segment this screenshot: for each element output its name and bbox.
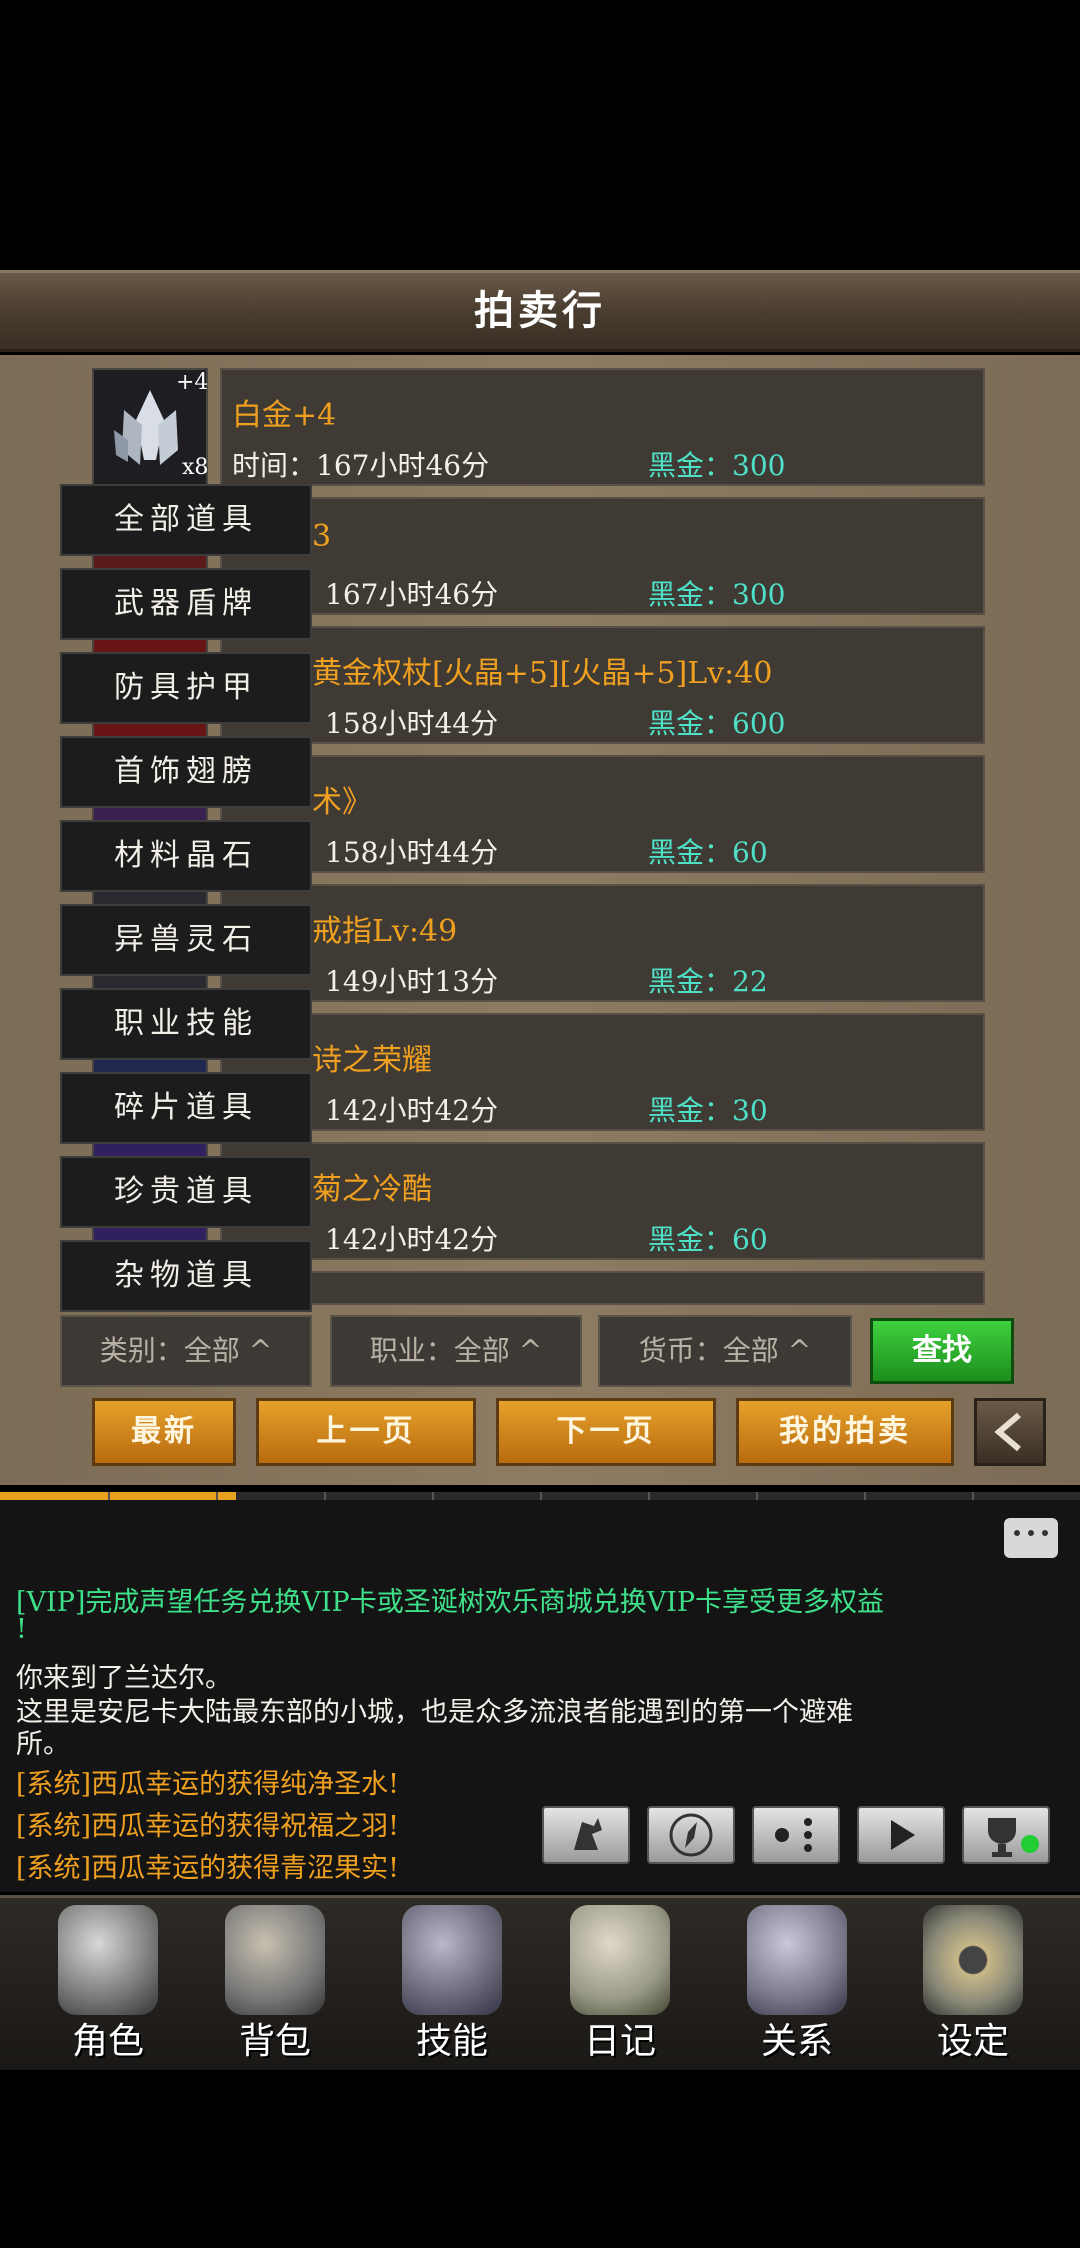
category-option[interactable]: 材料晶石: [60, 820, 312, 892]
listing-name: 黄金权杖[火晶+5][火晶+5]Lv:40: [312, 656, 773, 691]
currency-filter-label: 货币：全部: [638, 1334, 779, 1367]
listing-name: 白金+4: [232, 398, 337, 433]
chat-vip-message: [VIP]完成声望任务兑换VIP卡或圣诞树欢乐商城兑换VIP卡享受更多权益: [16, 1587, 885, 1618]
listing-time: 149小时13分: [325, 965, 499, 998]
category-option[interactable]: 武器盾牌: [60, 568, 312, 640]
more-menu-button[interactable]: [752, 1806, 840, 1864]
mount-icon: [574, 1818, 602, 1850]
more-dots-icon: [775, 1818, 812, 1852]
chat-vip-message-end: !: [16, 1614, 27, 1645]
item-enhance-badge: +4: [176, 370, 209, 395]
compass-button[interactable]: [647, 1806, 735, 1864]
profession-filter-label: 职业：全部: [369, 1334, 510, 1367]
play-button[interactable]: [857, 1806, 945, 1864]
category-option[interactable]: 职业技能: [60, 988, 312, 1060]
listing-price: 黑金：60: [648, 836, 768, 869]
compass-icon: [669, 1813, 713, 1857]
category-filter[interactable]: 类别：全部 ^: [60, 1315, 312, 1387]
listing-price: 黑金：60: [648, 1223, 768, 1256]
category-option[interactable]: 全部道具: [60, 484, 312, 556]
nav-backpack[interactable]: 背包: [200, 1900, 350, 2065]
listing-name: 3: [312, 519, 332, 554]
chat-system-message: [系统]西瓜幸运的获得祝福之羽!: [16, 1811, 399, 1842]
prev-page-button[interactable]: 上一页: [256, 1398, 476, 1466]
listing-name: 诗之荣耀: [312, 1043, 432, 1078]
listing-time: 158小时44分: [325, 836, 499, 869]
listing-row[interactable]: [220, 1271, 985, 1305]
chevron-up-icon: ^: [778, 1334, 812, 1367]
nav-label: 设定: [936, 2021, 1009, 2062]
chat-system-message: [系统]西瓜幸运的获得纯净圣水!: [16, 1769, 399, 1800]
listing-name: 术》: [312, 785, 372, 820]
nav-label: 角色: [71, 2021, 144, 2062]
nav-label: 关系: [760, 2021, 833, 2062]
search-button[interactable]: 查找: [870, 1318, 1014, 1384]
listing-name: 戒指Lv:49: [312, 914, 458, 949]
chat-message: 所。: [16, 1729, 70, 1760]
page-title: 拍卖行: [474, 287, 606, 334]
nav-label: 技能: [415, 2021, 488, 2062]
category-option[interactable]: 防具护甲: [60, 652, 312, 724]
currency-filter[interactable]: 货币：全部 ^: [598, 1315, 852, 1387]
collapse-button[interactable]: [974, 1398, 1046, 1466]
gear-icon: [923, 1905, 1023, 2015]
category-option[interactable]: 碎片道具: [60, 1072, 312, 1144]
listing-time: 时间：167小时46分: [232, 449, 490, 482]
chevron-left-icon: [994, 1412, 1021, 1452]
chat-system-message: [系统]西瓜幸运的获得青涩果实!: [16, 1853, 399, 1884]
trophy-button[interactable]: [962, 1806, 1050, 1864]
listing-time: 158小时44分: [325, 707, 499, 740]
category-option[interactable]: 珍贵道具: [60, 1156, 312, 1228]
category-option[interactable]: 异兽灵石: [60, 904, 312, 976]
nav-relations[interactable]: 关系: [722, 1900, 872, 2065]
nav-settings[interactable]: 设定: [898, 1900, 1048, 2065]
chat-message: 这里是安尼卡大陆最东部的小城，也是众多流浪者能遇到的第一个避难: [16, 1697, 853, 1728]
mount-button[interactable]: [542, 1806, 630, 1864]
listing-name: 菊之冷酷: [312, 1172, 432, 1207]
backpack-icon: [225, 1905, 325, 2015]
play-icon: [891, 1820, 915, 1850]
profession-filter[interactable]: 职业：全部 ^: [330, 1315, 582, 1387]
listing-price: 黑金：30: [648, 1094, 768, 1127]
listing-price: 黑金：22: [648, 965, 768, 998]
nav-skills[interactable]: 技能: [377, 1900, 527, 2065]
scroll-icon: [570, 1905, 670, 2015]
category-option[interactable]: 首饰翅膀: [60, 736, 312, 808]
next-page-button[interactable]: 下一页: [496, 1398, 716, 1466]
nav-diary[interactable]: 日记: [545, 1900, 695, 2065]
listing-time: 142小时42分: [325, 1094, 499, 1127]
my-auction-button[interactable]: 我的拍卖: [736, 1398, 954, 1466]
chevron-up-icon: ^: [509, 1334, 543, 1367]
chevron-up-icon: ^: [239, 1334, 273, 1367]
listing-price: 黑金：300: [648, 578, 786, 611]
item-quantity: x8: [182, 455, 209, 480]
newest-button[interactable]: 最新: [92, 1398, 236, 1466]
listing-price: 黑金：300: [648, 449, 786, 482]
trophy-icon: [988, 1818, 1039, 1857]
chat-bubble-icon[interactable]: [1004, 1518, 1058, 1558]
nav-label: 日记: [583, 2021, 656, 2062]
listing-time: 167小时46分: [325, 578, 499, 611]
listing-time: 142小时42分: [325, 1223, 499, 1256]
handshake-icon: [747, 1905, 847, 2015]
nav-label: 背包: [238, 2021, 311, 2062]
listing-price: 黑金：600: [648, 707, 786, 740]
skill-book-icon: [402, 1905, 502, 2015]
nav-character[interactable]: 角色: [33, 1900, 183, 2065]
category-option[interactable]: 杂物道具: [60, 1240, 312, 1312]
category-filter-label: 类别：全部: [99, 1334, 240, 1367]
helmet-icon: [58, 1905, 158, 2015]
